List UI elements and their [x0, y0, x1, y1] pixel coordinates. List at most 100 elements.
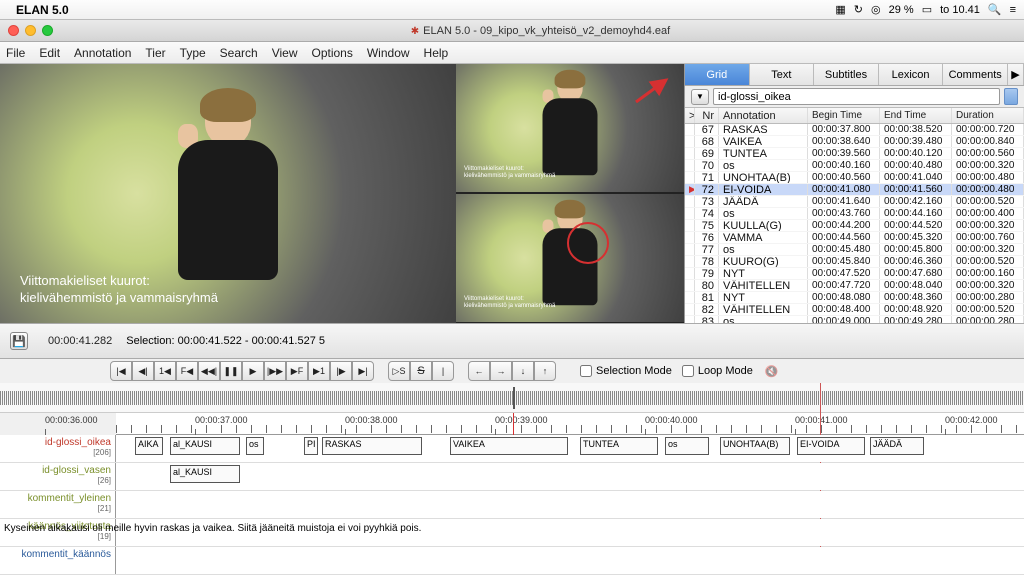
sel-left-button[interactable]: ← — [468, 361, 490, 381]
sel-up-button[interactable]: ↑ — [534, 361, 556, 381]
tab-grid[interactable]: Grid — [685, 64, 750, 85]
grid-header-duration[interactable]: Duration — [952, 108, 1024, 123]
grid-row[interactable]: 81NYT00:00:48.08000:00:48.36000:00:00.28… — [685, 292, 1024, 304]
annotation-segment[interactable]: RASKAS — [322, 437, 422, 455]
next-sec-button[interactable]: ▶1 — [308, 361, 330, 381]
menu-extra-icon[interactable]: ▦ — [835, 3, 845, 16]
tier-label[interactable]: id-glossi_vasen[26] — [0, 463, 116, 490]
grid-row[interactable]: 75KUULLA(G)00:00:44.20000:00:44.52000:00… — [685, 220, 1024, 232]
grid-header-nr[interactable]: Nr — [695, 108, 719, 123]
grid-row[interactable]: 71UNOHTAA(B)00:00:40.56000:00:41.04000:0… — [685, 172, 1024, 184]
sel-right-button[interactable]: → — [490, 361, 512, 381]
video-thumb-top[interactable]: Viittomakieliset kuurot: kielivähemmistö… — [456, 64, 684, 192]
grid-row[interactable]: 79NYT00:00:47.52000:00:47.68000:00:00.16… — [685, 268, 1024, 280]
grid-row[interactable]: 76VAMMA00:00:44.56000:00:45.32000:00:00.… — [685, 232, 1024, 244]
clock[interactable]: to 10.41 — [940, 4, 980, 16]
tab-text[interactable]: Text — [750, 64, 815, 85]
grid-row[interactable]: 70os00:00:40.16000:00:40.48000:00:00.320 — [685, 160, 1024, 172]
menu-view[interactable]: View — [272, 46, 298, 60]
close-button[interactable] — [8, 25, 19, 36]
loop-mode-checkbox[interactable]: Loop Mode — [682, 365, 753, 377]
annotation-segment[interactable]: JÄÄDÄ — [870, 437, 924, 455]
prev-pixel-button[interactable]: ◀◀| — [198, 361, 220, 381]
video-main[interactable]: Viittomakieliset kuurot: kielivähemmistö… — [0, 64, 456, 323]
annotation-segment[interactable]: al_KAUSI — [170, 465, 240, 483]
menu-annotation[interactable]: Annotation — [74, 46, 131, 60]
annotation-segment[interactable]: al_KAUSI — [170, 437, 240, 455]
tier-track[interactable] — [116, 547, 1024, 574]
app-name[interactable]: ELAN 5.0 — [16, 3, 69, 17]
menu-search[interactable]: Search — [220, 46, 258, 60]
grid-row[interactable]: 69TUNTEA00:00:39.56000:00:40.12000:00:00… — [685, 148, 1024, 160]
prev-frame-button[interactable]: F◀ — [176, 361, 198, 381]
waveform[interactable] — [0, 383, 1024, 413]
annotation-segment[interactable]: os — [246, 437, 264, 455]
grid-row[interactable]: ▶72EI-VOIDA00:00:41.08000:00:41.56000:00… — [685, 184, 1024, 196]
zoom-button[interactable] — [42, 25, 53, 36]
tier-track[interactable]: al_KAUSI — [116, 463, 1024, 490]
grid-row[interactable]: 68VAIKEA00:00:38.64000:00:39.48000:00:00… — [685, 136, 1024, 148]
video-thumb-bottom[interactable]: Viittomakieliset kuurot: kielivähemmistö… — [456, 194, 684, 322]
goto-end-button[interactable]: ▶| — [352, 361, 374, 381]
timemachine-icon[interactable]: ↻ — [854, 3, 863, 16]
tier-track[interactable] — [116, 491, 1024, 518]
menu-window[interactable]: Window — [367, 46, 410, 60]
menu-edit[interactable]: Edit — [39, 46, 60, 60]
annotation-segment[interactable]: UNOHTAA(B) — [720, 437, 790, 455]
menu-tier[interactable]: Tier — [145, 46, 165, 60]
tier-label[interactable]: id-glossi_oikea[206] — [0, 435, 116, 462]
grid-row[interactable]: 77os00:00:45.48000:00:45.80000:00:00.320 — [685, 244, 1024, 256]
tier-label[interactable]: kommentit_käännös — [0, 547, 116, 574]
tab-more[interactable]: ▶ — [1008, 64, 1024, 85]
annotation-segment[interactable]: os — [665, 437, 709, 455]
menu-options[interactable]: Options — [312, 46, 353, 60]
grid-body[interactable]: 67RASKAS00:00:37.80000:00:38.52000:00:00… — [685, 124, 1024, 323]
grid-row[interactable]: 74os00:00:43.76000:00:44.16000:00:00.400 — [685, 208, 1024, 220]
grid-row[interactable]: 82VÄHITELLEN00:00:48.40000:00:48.92000:0… — [685, 304, 1024, 316]
clear-selection-button[interactable]: S — [410, 361, 432, 381]
tier-select[interactable]: id-glossi_oikea — [713, 88, 1000, 105]
grid-row[interactable]: 80VÄHITELLEN00:00:47.72000:00:48.04000:0… — [685, 280, 1024, 292]
minimize-button[interactable] — [25, 25, 36, 36]
battery-icon[interactable]: ▭ — [922, 3, 932, 16]
pause-button[interactable]: ❚❚ — [220, 361, 242, 381]
grid-row[interactable]: 73JÄÄDÄ00:00:41.64000:00:42.16000:00:00.… — [685, 196, 1024, 208]
grid-header-annotation[interactable]: Annotation — [719, 108, 808, 123]
menu-icon[interactable]: ≡ — [1010, 4, 1016, 16]
next-frame-button[interactable]: ▶F — [286, 361, 308, 381]
menu-help[interactable]: Help — [424, 46, 449, 60]
prev-sec-button[interactable]: 1◀ — [154, 361, 176, 381]
tier-mode-dropdown[interactable]: ▼ — [691, 89, 709, 105]
annotation-segment[interactable]: EI-VOIDA — [797, 437, 865, 455]
tier-track[interactable]: AIKA al_KAUSI os PIRASKAS VAIKEA TUNTEA os UNOH… — [116, 435, 1024, 462]
tier-track[interactable]: Kyseinen aikakausi oli meille hyvin rask… — [116, 519, 1024, 546]
wifi-icon[interactable]: ◎ — [871, 3, 881, 16]
next-pixel-button[interactable]: |▶▶ — [264, 361, 286, 381]
grid-header-begin[interactable]: Begin Time — [808, 108, 880, 123]
annotation-segment[interactable]: PI — [304, 437, 318, 455]
play-selection-button[interactable]: ▷S — [388, 361, 410, 381]
grid-row[interactable]: 67RASKAS00:00:37.80000:00:38.52000:00:00… — [685, 124, 1024, 136]
next-scroll-button[interactable]: |▶ — [330, 361, 352, 381]
tier-select-stepper[interactable] — [1004, 88, 1018, 105]
grid-row[interactable]: 83os00:00:49.00000:00:49.28000:00:00.280 — [685, 316, 1024, 323]
tab-subtitles[interactable]: Subtitles — [814, 64, 879, 85]
save-button[interactable]: 💾 — [10, 332, 28, 350]
sel-begin-button[interactable]: | — [432, 361, 454, 381]
annotation-segment[interactable]: TUNTEA — [580, 437, 658, 455]
prev-scroll-button[interactable]: ◀| — [132, 361, 154, 381]
grid-header-end[interactable]: End Time — [880, 108, 952, 123]
annotation-segment[interactable]: AIKA — [135, 437, 163, 455]
goto-begin-button[interactable]: |◀ — [110, 361, 132, 381]
tab-comments[interactable]: Comments — [943, 64, 1008, 85]
spotlight-icon[interactable]: 🔍 — [988, 3, 1002, 16]
timeline-ruler[interactable]: 00:00:36.00000:00:37.00000:00:38.00000:0… — [116, 413, 1024, 435]
play-button[interactable]: ▶ — [242, 361, 264, 381]
tier-label[interactable]: kommentit_yleinen[21] — [0, 491, 116, 518]
menu-file[interactable]: File — [6, 46, 25, 60]
speaker-icon[interactable]: 🔇 — [765, 365, 779, 378]
tab-lexicon[interactable]: Lexicon — [879, 64, 944, 85]
grid-row[interactable]: 78KUURO(G)00:00:45.84000:00:46.36000:00:… — [685, 256, 1024, 268]
selection-mode-checkbox[interactable]: Selection Mode — [580, 365, 672, 377]
annotation-segment[interactable]: VAIKEA — [450, 437, 568, 455]
